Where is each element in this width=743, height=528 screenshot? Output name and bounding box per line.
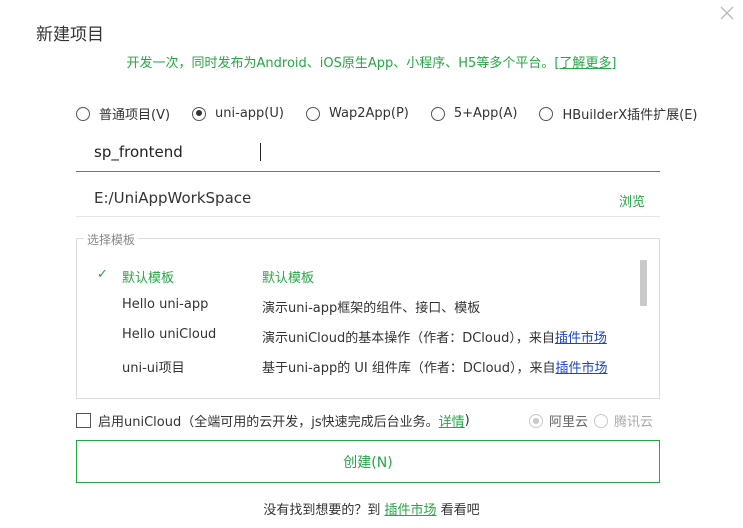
template-desc: 演示uniCloud的基本操作（作者：DCloud），来自插件市场 (262, 327, 607, 346)
provider-tencent[interactable]: 腾讯云 (594, 411, 653, 430)
dialog-subtitle: 开发一次，同时发布为Android、iOS原生App、小程序、H5等多个平台。[… (0, 52, 743, 71)
radio-label: Wap2App(P) (328, 106, 409, 121)
unicloud-label-end: ) (464, 413, 470, 428)
enable-unicloud-checkbox[interactable] (76, 413, 91, 428)
footer-prefix: 没有找到想要的？到 (263, 503, 381, 518)
dialog-title: 新建项目 (36, 25, 104, 45)
radio-uni-app[interactable]: uni-app(U) (192, 106, 284, 121)
radio-label: HBuilderX插件扩展(E) (562, 108, 698, 123)
radio-label: 5+App(A) (453, 106, 518, 121)
template-name: Hello uniCloud (122, 327, 217, 342)
radio-circle-icon[interactable] (430, 106, 445, 121)
radio-circle-icon[interactable] (539, 106, 554, 121)
template-item-default[interactable]: ✓ 默认模板 默认模板 (77, 267, 637, 297)
radio-label: 普通项目(V) (99, 108, 171, 123)
provider-label: 腾讯云 (614, 415, 654, 430)
learn-more-link[interactable]: [了解更多] (554, 56, 616, 71)
project-name-field (76, 137, 660, 172)
template-item-hello-uni-app[interactable]: Hello uni-app 演示uni-app框架的组件、接口、模板 (77, 297, 637, 327)
footer-plugin-market-link[interactable]: 插件市场 (384, 503, 436, 518)
template-desc-text: 演示uniCloud的基本操作（作者：DCloud），来自 (262, 331, 555, 346)
radio-hbuilderx-plugin[interactable]: HBuilderX插件扩展(E) (539, 104, 698, 123)
radio-circle-selected-icon[interactable] (529, 413, 543, 428)
browse-button[interactable]: 浏览 (619, 191, 645, 210)
text-caret (260, 143, 261, 161)
close-icon[interactable] (718, 4, 736, 22)
template-legend: 选择模板 (84, 231, 139, 248)
template-item-hello-unicloud[interactable]: Hello uniCloud 演示uniCloud的基本操作（作者：DCloud… (77, 327, 637, 357)
unicloud-detail-link[interactable]: 详情 (439, 411, 465, 430)
plugin-market-link[interactable]: 插件市场 (556, 361, 608, 376)
template-desc-text: 基于uni-app的 UI 组件库（作者：DCloud），来自 (262, 361, 556, 376)
footer-hint: 没有找到想要的？到 插件市场 看看吧 (0, 499, 743, 518)
template-name: Hello uni-app (122, 297, 209, 312)
radio-5plus-app[interactable]: 5+App(A) (430, 106, 518, 121)
radio-normal-project[interactable]: 普通项目(V) (76, 104, 170, 123)
radio-label: uni-app(U) (215, 106, 284, 121)
project-location-input[interactable]: E:/UniAppWorkSpace (94, 189, 251, 207)
enable-unicloud-row: 启用uniCloud（全端可用的云开发，js快速完成后台业务。 详情) (76, 411, 470, 430)
radio-circle-icon[interactable] (76, 106, 90, 121)
template-list: ✓ 默认模板 默认模板 Hello uni-app 演示uni-app框架的组件… (76, 238, 660, 399)
project-type-group: 普通项目(V) uni-app(U) Wap2App(P) 5+App(A) H… (76, 104, 698, 123)
template-name: uni-ui项目 (122, 361, 185, 376)
subtitle-text: 开发一次，同时发布为Android、iOS原生App、小程序、H5等多个平台。 (126, 56, 555, 71)
template-item-uni-ui[interactable]: uni-ui项目 基于uni-app的 UI 组件库（作者：DCloud），来自… (77, 357, 637, 387)
template-desc: 演示uni-app框架的组件、接口、模板 (262, 301, 481, 316)
plugin-market-link[interactable]: 插件市场 (555, 331, 607, 346)
provider-label: 阿里云 (549, 415, 589, 430)
template-desc: 基于uni-app的 UI 组件库（作者：DCloud），来自插件市场 (262, 357, 608, 376)
project-location-field: E:/UniAppWorkSpace 浏览 (76, 183, 660, 217)
project-name-input[interactable] (76, 137, 634, 167)
radio-circle-selected-icon[interactable] (192, 106, 207, 121)
enable-unicloud-label: 启用uniCloud（全端可用的云开发，js快速完成后台业务。 (98, 415, 439, 430)
provider-aliyun[interactable]: 阿里云 (529, 411, 588, 430)
check-icon: ✓ (97, 267, 108, 282)
radio-circle-icon[interactable] (594, 413, 608, 428)
radio-wap2app[interactable]: Wap2App(P) (305, 106, 409, 121)
template-name: 默认模板 (122, 271, 175, 286)
template-scrollbar[interactable] (640, 260, 647, 306)
create-button[interactable]: 创建(N) (76, 440, 660, 483)
template-desc: 默认模板 (262, 271, 315, 286)
footer-suffix: 看看吧 (440, 503, 480, 518)
radio-circle-icon[interactable] (305, 106, 320, 121)
